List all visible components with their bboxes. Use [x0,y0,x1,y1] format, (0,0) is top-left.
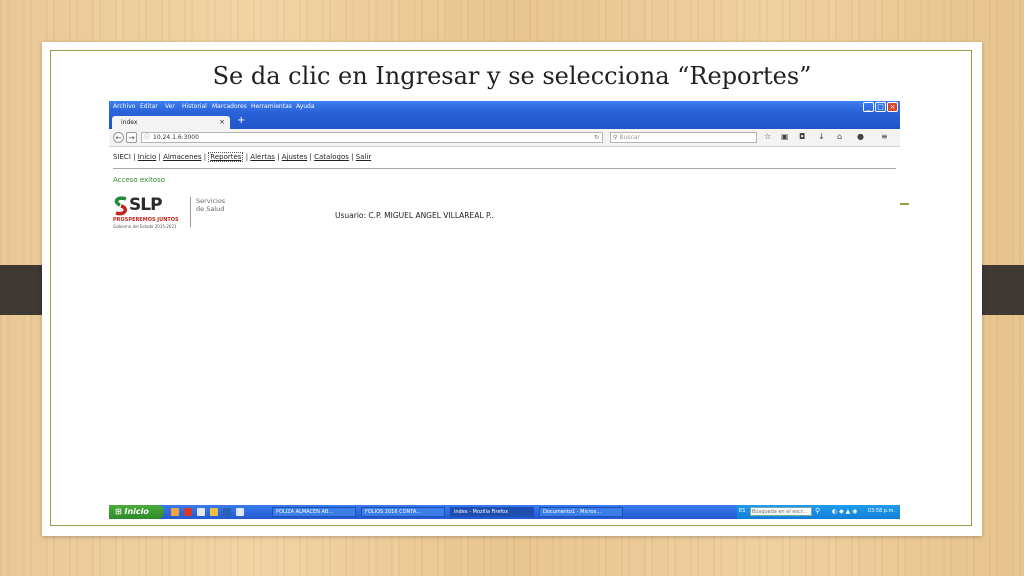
new-tab-button[interactable]: + [237,116,245,126]
logo-divider [190,197,191,227]
menu-marcadores[interactable]: Marcadores [212,103,247,110]
menu-bar: Archivo Editar Ver Historial Marcadores … [109,101,900,112]
url-bar[interactable]: ⓘ 10.24.1.6:3000 ↻ [141,132,603,143]
slide-title: Se da clic en Ingresar y se selecciona “… [212,62,812,90]
back-arrow-icon[interactable]: ← [113,132,124,143]
nav-separator: | [203,153,207,161]
tab-index[interactable]: index × [112,116,230,129]
frame-accent [900,203,909,205]
logo-tagline: PROSPEREMOS JUNTOS [113,217,179,223]
nav-separator: | [277,153,280,161]
close-window-icon[interactable]: × [887,102,898,112]
menu-ver[interactable]: Ver [165,103,175,110]
windows-taskbar: ⊞ Inicio POLIZA ALMACEN AB... FOLIOS 201… [109,505,900,519]
menu-herramientas[interactable]: Herramientas [251,103,292,110]
quicklaunch-icon[interactable] [197,508,205,516]
menu-historial[interactable]: Historial [182,103,207,110]
forward-arrow-icon[interactable]: → [126,132,137,143]
home-icon[interactable]: ⌂ [837,132,842,141]
pocket-icon[interactable]: ◘ [799,132,805,141]
tray-icons: ◐ ◆ ▲ ◉ [832,508,858,515]
nav-almacenes[interactable]: Almacenes [163,153,201,161]
nav-separator: | [351,153,354,161]
system-tray: ES Búsqueda en el escr... ⚲ ◐ ◆ ▲ ◉ 03:5… [737,505,900,519]
app-nav: SIECI | Inicio | Almacenes | Reportes | … [113,152,372,162]
quicklaunch-icon[interactable] [210,508,218,516]
search-icon: ⚲ [613,134,618,141]
success-message: Acceso exitoso [113,176,166,184]
nav-separator: | [158,153,161,161]
taskbar-search-input[interactable]: Búsqueda en el escr... [750,507,812,516]
header-divider [113,168,896,169]
language-indicator[interactable]: ES [739,508,745,514]
logo-slp-text: SLP [129,195,163,215]
taskbar-search-icon[interactable]: ⚲ [815,507,820,515]
nav-separator: | [133,153,136,161]
nav-separator: | [245,153,249,161]
tab-title: index [121,119,138,126]
windows-logo-icon: ⊞ [115,507,122,516]
tab-strip: index × + [109,112,900,129]
maximize-icon[interactable]: □ [875,102,886,112]
logo-dept-line1: Servicios [196,197,226,205]
nav-separator: | [309,153,312,161]
chat-icon[interactable]: ● [857,132,864,141]
logo-subtitle: Gobierno del Estado 2015-2021 [113,224,177,229]
nav-catalogos[interactable]: Catalogos [314,153,349,161]
nav-salir[interactable]: Salir [356,153,372,161]
menu-archivo[interactable]: Archivo [113,103,135,110]
quicklaunch-icon[interactable] [184,508,192,516]
user-label: Usuario: C.P. MIGUEL ANGEL VILLAREAL P.. [335,211,495,220]
tab-close-icon[interactable]: × [219,118,225,126]
slp-logo: SLP PROSPEREMOS JUNTOS Gobierno del Esta… [113,195,243,231]
hamburger-menu-icon[interactable]: ≡ [881,132,888,141]
taskbar-item[interactable]: Documento1 - Micros... [539,507,623,517]
bookmark-star-icon[interactable]: ☆ [764,132,771,141]
slp-swirl-icon [114,196,127,216]
download-icon[interactable]: ↓ [818,132,825,141]
navigation-toolbar: ← → ⓘ 10.24.1.6:3000 ↻ ⚲ Buscar ☆ ▣ ◘ ↓ ⌂ … [109,129,900,147]
logo-department: Servicios de Salud [196,197,225,213]
quicklaunch-icon[interactable] [236,508,244,516]
taskbar-item[interactable]: POLIZA ALMACEN AB... [272,507,356,517]
taskbar-item[interactable]: FOLIOS 2016 CONTA... [361,507,445,517]
start-label: Inicio [124,507,149,516]
nav-alertas[interactable]: Alertas [250,153,275,161]
menu-editar[interactable]: Editar [140,103,158,110]
start-button[interactable]: ⊞ Inicio [109,505,164,519]
quicklaunch-icon[interactable] [171,508,179,516]
nav-inicio[interactable]: Inicio [138,153,157,161]
logo-dept-line2: de Salud [196,205,225,213]
nav-reportes[interactable]: Reportes [208,152,244,162]
taskbar-item[interactable]: index - Mozilla Firefox [450,507,534,517]
brand-label: SIECI [113,153,131,161]
info-icon: ⓘ [144,134,151,141]
search-input[interactable]: ⚲ Buscar [610,132,757,143]
nav-ajustes[interactable]: Ajustes [282,153,308,161]
clock: 03:58 p.m. [867,508,895,514]
minimize-icon[interactable]: _ [863,102,874,112]
reload-icon[interactable]: ↻ [594,133,599,142]
url-text: 10.24.1.6:3000 [153,134,199,141]
menu-ayuda[interactable]: Ayuda [296,103,315,110]
clipboard-icon[interactable]: ▣ [781,132,789,141]
search-placeholder: Buscar [619,134,640,141]
browser-screenshot: Archivo Editar Ver Historial Marcadores … [109,101,900,519]
quicklaunch-icon[interactable] [223,508,231,516]
